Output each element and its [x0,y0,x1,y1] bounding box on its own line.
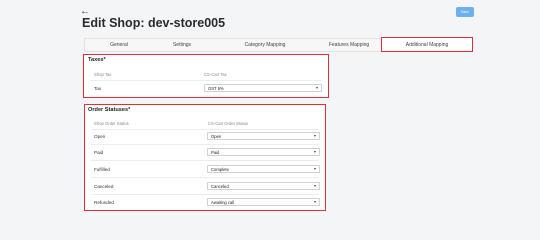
tax-select-value: GST 5% [208,86,224,91]
tab-additional-mapping[interactable]: Additional Mapping [381,37,473,52]
cscart-tax-header: CS-Cart Tax [204,72,227,77]
divider [91,194,319,195]
chevron-down-icon [314,185,316,187]
tab-category-mapping[interactable]: Category Mapping [211,39,319,51]
status-row-label-refunded: Refunded [94,200,114,205]
divider [91,160,319,161]
shop-order-status-header: Shop Order Status [94,121,129,126]
status-select-paid[interactable]: Paid [207,148,320,156]
tab-features-mapping[interactable]: Features Mapping [319,39,379,51]
tax-row-label: Tax [94,86,102,91]
page-title: Edit Shop: dev-store005 [82,16,226,30]
divider [90,80,322,81]
taxes-section: Taxes* Shop Tax CS-Cart Tax Tax GST 5% [83,54,329,98]
chevron-down-icon [314,135,316,137]
status-select-value: Complete [211,167,229,172]
status-select-value: Awaiting call [211,200,235,205]
order-statuses-title: Order Statuses* [88,107,131,113]
chevron-down-icon [314,168,316,170]
chevron-down-icon [314,201,316,203]
taxes-title: Taxes* [88,57,106,63]
status-select-value: Canceled [211,184,229,189]
cscart-order-status-header: CS-Cart Order Status [208,121,249,126]
status-select-refunded[interactable]: Awaiting call [207,198,320,206]
status-row-label-open: Open [94,134,106,139]
divider [91,177,319,178]
tax-select[interactable]: GST 5% [204,84,322,92]
status-select-canceled[interactable]: Canceled [207,182,320,190]
status-row-label-fulfilled: Fulfilled [94,167,110,172]
status-select-value: Paid [211,150,220,155]
divider [91,129,319,130]
shop-tax-header: Shop Tax [94,72,112,77]
divider [91,144,319,145]
tab-settings[interactable]: Settings [153,39,211,51]
chevron-down-icon [316,87,318,89]
tab-general[interactable]: General [85,39,153,51]
status-row-label-canceled: Canceled [94,184,114,189]
status-select-value: Open [211,134,222,139]
save-button[interactable]: Save [456,7,474,17]
chevron-down-icon [314,151,316,153]
order-statuses-section: Order Statuses* Shop Order Status CS-Car… [84,104,326,211]
status-select-fulfilled[interactable]: Complete [207,165,320,173]
tab-bar: General Settings Category Mapping Featur… [84,37,473,52]
status-row-label-paid: Paid [94,150,104,155]
status-select-open[interactable]: Open [207,132,320,140]
